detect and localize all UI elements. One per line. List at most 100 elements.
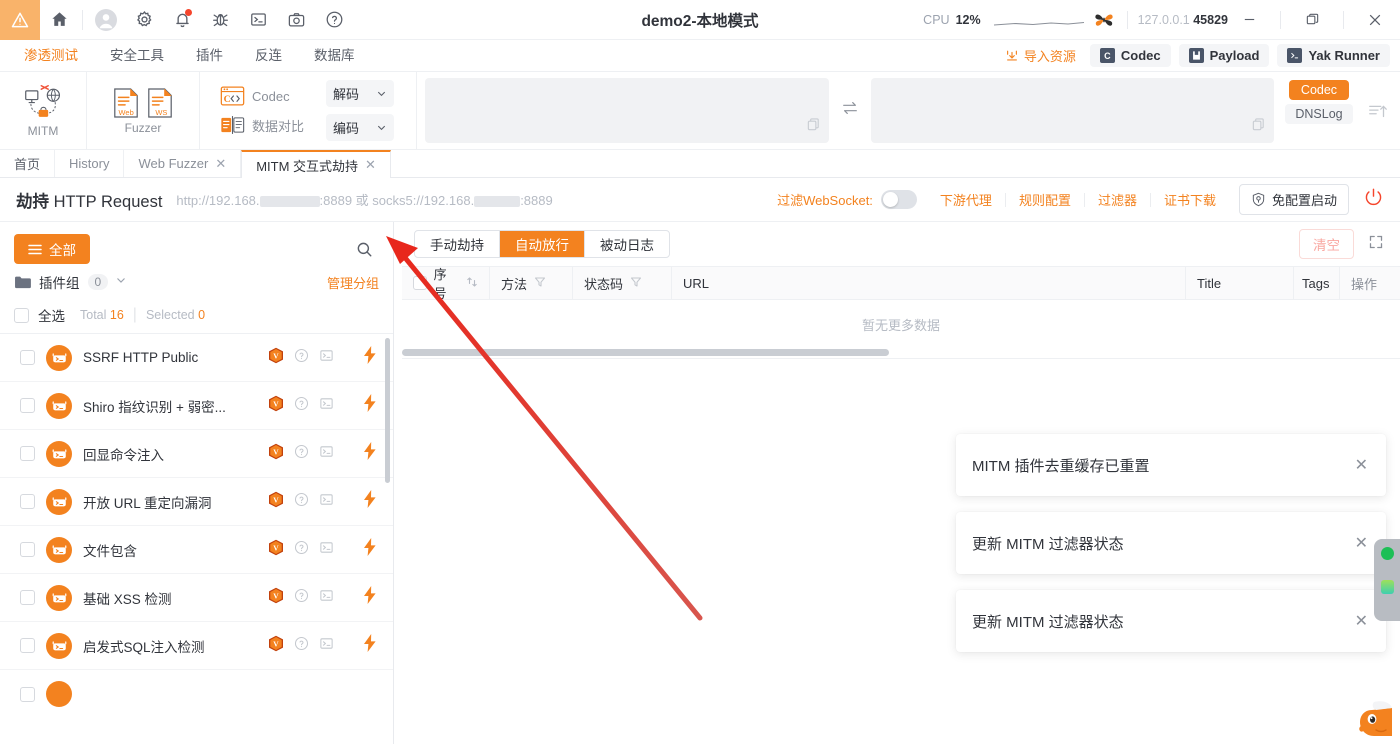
terminal-icon[interactable] (319, 540, 334, 560)
codec-button[interactable]: C Codec (220, 85, 304, 107)
filter-link[interactable]: 过滤器 (1085, 190, 1150, 209)
vuln-badge-icon[interactable]: V (268, 395, 284, 417)
terminal-icon[interactable] (319, 348, 334, 368)
plugin-checkbox[interactable] (20, 398, 35, 413)
toast-notification[interactable]: MITM 插件去重缓存已重置 ✕ (956, 434, 1386, 496)
vuln-badge-icon[interactable]: V (268, 443, 284, 465)
execute-plugin-icon[interactable] (363, 346, 377, 369)
maximize-button[interactable] (1291, 0, 1333, 40)
bell-icon[interactable] (163, 0, 201, 40)
terminal-icon[interactable] (319, 396, 334, 416)
plugin-checkbox[interactable] (20, 494, 35, 509)
help-icon[interactable] (294, 348, 309, 368)
codec-input-box[interactable] (425, 78, 829, 143)
tab-auto-forward[interactable]: 自动放行 (500, 231, 585, 257)
close-icon[interactable]: ✕ (1355, 611, 1368, 631)
clear-button[interactable]: 清空 (1299, 229, 1354, 259)
close-icon[interactable]: ✕ (1355, 533, 1368, 553)
menu-item-plugins[interactable]: 插件 (180, 40, 239, 72)
list-item[interactable]: 回显命令注入 V (0, 430, 393, 478)
toast-notification[interactable]: 更新 MITM 过滤器状态 ✕ (956, 512, 1386, 574)
warning-icon[interactable] (0, 0, 40, 40)
zero-config-start-button[interactable]: 免配置启动 (1238, 184, 1349, 215)
execute-plugin-icon[interactable] (363, 538, 377, 561)
tab-manual-hijack[interactable]: 手动劫持 (415, 231, 500, 257)
list-item[interactable]: SSRF HTTP Public V (0, 334, 393, 382)
filter-icon[interactable] (534, 276, 546, 291)
menu-item-database[interactable]: 数据库 (298, 40, 371, 72)
vuln-badge-icon[interactable]: V (268, 587, 284, 609)
data-compare-button[interactable]: 数据对比 (220, 114, 304, 136)
column-status[interactable]: 状态码 (573, 267, 672, 299)
filter-icon[interactable] (630, 276, 642, 291)
codec-output-box[interactable] (870, 78, 1275, 143)
close-icon[interactable]: ✕ (365, 157, 376, 173)
rule-config-link[interactable]: 规则配置 (1006, 190, 1084, 209)
vuln-badge-icon[interactable]: V (268, 539, 284, 561)
plugin-checkbox[interactable] (20, 350, 35, 365)
execute-plugin-icon[interactable] (363, 442, 377, 465)
engine-status-widget[interactable] (1374, 539, 1400, 621)
copy-icon[interactable] (806, 117, 821, 137)
camera-icon[interactable] (277, 0, 315, 40)
close-icon[interactable]: ✕ (1355, 455, 1368, 475)
swap-icon[interactable] (841, 99, 859, 122)
gear-icon[interactable] (125, 0, 163, 40)
plugin-checkbox[interactable] (20, 446, 35, 461)
mascot-icon[interactable] (1358, 696, 1398, 744)
execute-plugin-icon[interactable] (363, 634, 377, 657)
list-item[interactable]: 文件包含 V (0, 526, 393, 574)
search-icon[interactable] (349, 235, 379, 263)
list-item[interactable]: 基础 XSS 检测 V (0, 574, 393, 622)
close-button[interactable] (1354, 0, 1396, 40)
yak-runner-chip[interactable]: Yak Runner (1277, 44, 1390, 67)
tag-codec[interactable]: Codec (1288, 80, 1350, 100)
close-icon[interactable]: ✕ (215, 156, 226, 172)
terminal-icon[interactable] (319, 636, 334, 656)
plugin-list-scrollbar[interactable] (385, 338, 390, 483)
list-item[interactable]: Shiro 指纹识别 + 弱密... V (0, 382, 393, 430)
bug-icon[interactable] (201, 0, 239, 40)
tag-dnslog[interactable]: DNSLog (1285, 104, 1353, 124)
copy-icon[interactable] (1251, 117, 1266, 137)
manage-groups-link[interactable]: 管理分组 (327, 273, 379, 292)
terminal-icon[interactable] (319, 444, 334, 464)
plugin-checkbox[interactable] (20, 542, 35, 557)
execute-plugin-icon[interactable] (363, 586, 377, 609)
vuln-badge-icon[interactable]: V (268, 347, 284, 369)
help-icon[interactable] (315, 0, 353, 40)
help-icon[interactable] (294, 492, 309, 512)
plugin-list[interactable]: SSRF HTTP Public V Shiro 指纹识别 + 弱密... V … (0, 334, 393, 744)
list-item[interactable]: 启发式SQL注入检测 V (0, 622, 393, 670)
butterfly-icon[interactable] (1091, 7, 1117, 33)
home-icon[interactable] (40, 0, 78, 40)
user-icon[interactable] (87, 0, 125, 40)
vuln-badge-icon[interactable]: V (268, 491, 284, 513)
all-plugins-chip[interactable]: 全部 (14, 234, 90, 264)
chevron-down-icon[interactable] (115, 273, 127, 291)
column-url[interactable]: URL (672, 267, 1186, 299)
menu-item-reverse[interactable]: 反连 (239, 40, 298, 72)
fuzzer-button[interactable]: Web WS Fuzzer (97, 87, 189, 135)
scrollbar-thumb[interactable] (402, 349, 889, 356)
plugin-checkbox[interactable] (20, 638, 35, 653)
tab-mitm-hijack[interactable]: MITM 交互式劫持 ✕ (241, 150, 391, 178)
decode-select[interactable]: 解码 (326, 80, 395, 107)
column-tags[interactable]: Tags (1294, 267, 1340, 299)
mitm-button[interactable]: MITM (10, 84, 76, 138)
terminal-icon[interactable] (319, 492, 334, 512)
sort-icon[interactable] (466, 276, 478, 291)
toast-notification[interactable]: 更新 MITM 过滤器状态 ✕ (956, 590, 1386, 652)
select-all-rows-checkbox[interactable] (413, 276, 427, 290)
plugin-checkbox[interactable] (20, 686, 35, 702)
collapse-ribbon-icon[interactable] (1356, 72, 1400, 149)
list-item[interactable]: 开放 URL 重定向漏洞 V (0, 478, 393, 526)
import-resource-button[interactable]: 导入资源 (999, 43, 1082, 68)
menu-item-security-tools[interactable]: 安全工具 (94, 40, 180, 72)
expand-icon[interactable] (1368, 234, 1384, 255)
payload-chip[interactable]: Payload (1178, 44, 1270, 67)
tab-passive-log[interactable]: 被动日志 (585, 231, 669, 257)
column-method[interactable]: 方法 (490, 267, 573, 299)
vuln-badge-icon[interactable]: V (268, 635, 284, 657)
power-icon[interactable] (1363, 187, 1384, 213)
